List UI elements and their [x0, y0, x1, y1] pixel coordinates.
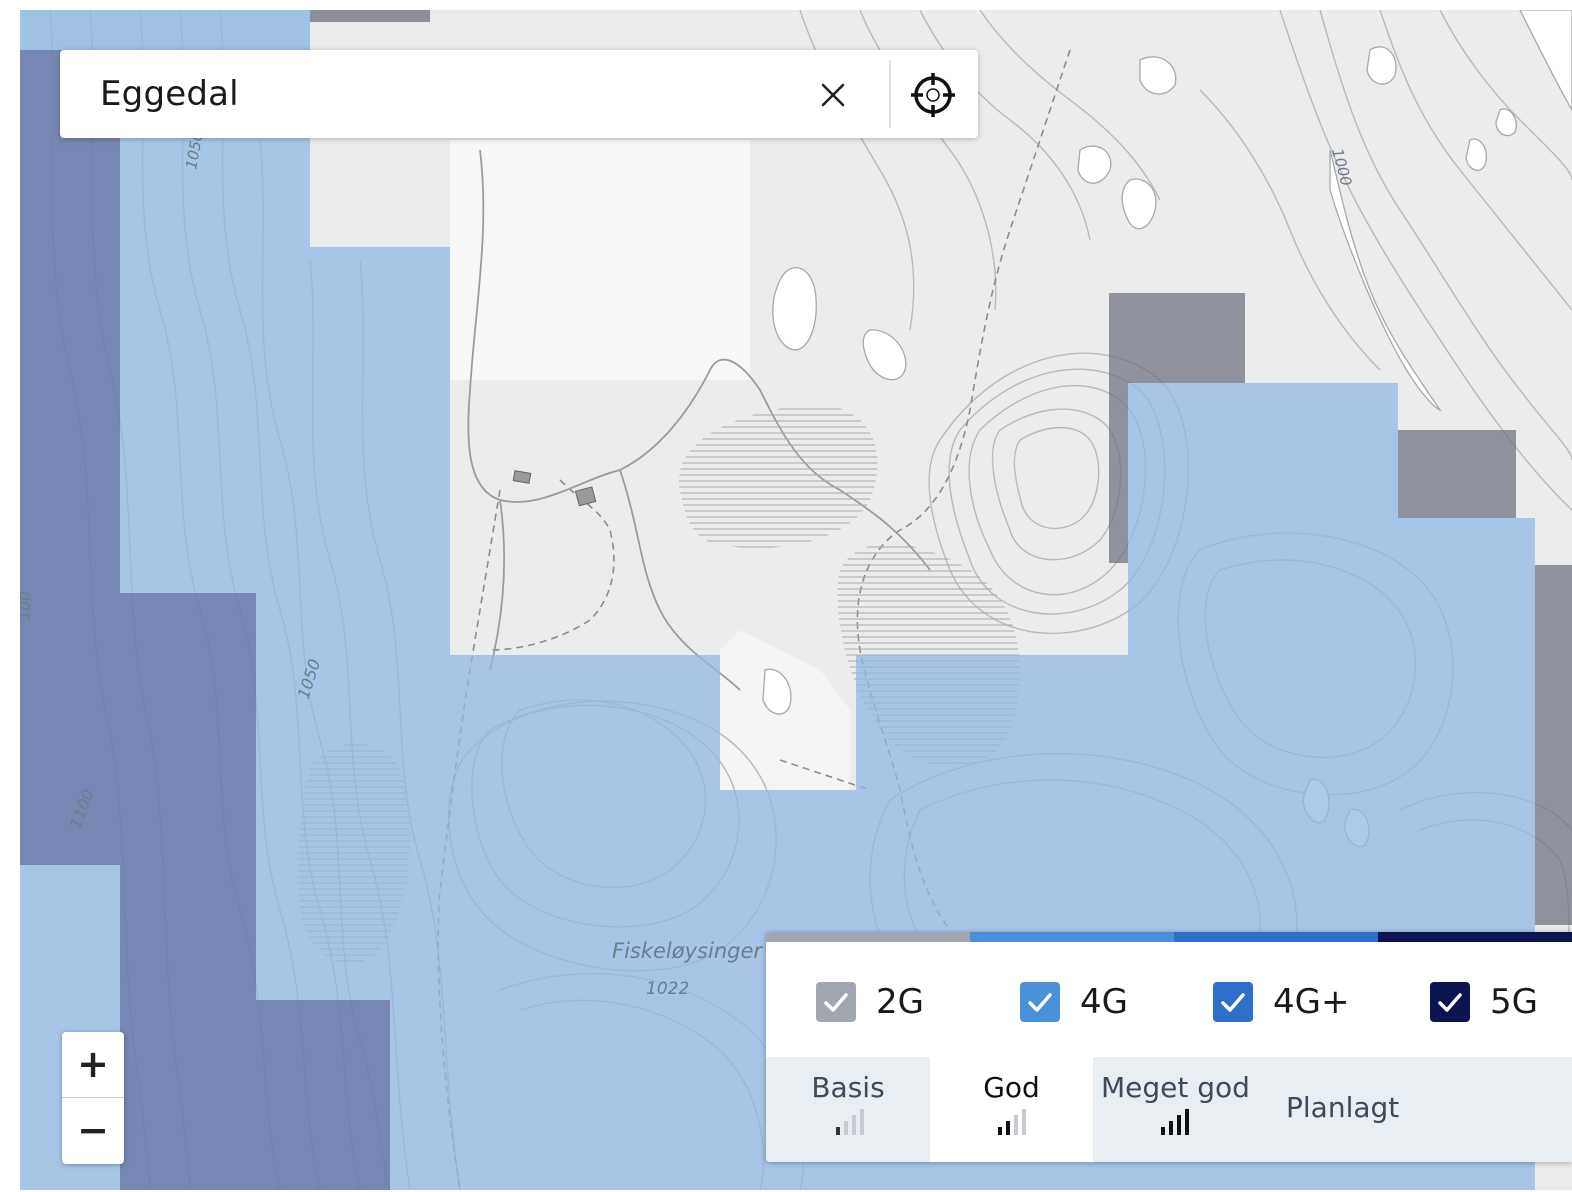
zoom-out-button[interactable]: − [62, 1098, 124, 1163]
coverage-2g-block-2 [1109, 383, 1128, 563]
quality-basis: Basis [766, 1057, 930, 1162]
check-icon [1221, 993, 1245, 1012]
legend-stripe-4g-plus [1174, 932, 1378, 942]
label-4g: 4G [1080, 982, 1128, 1022]
coverage-strip [20, 10, 310, 50]
coverage-2g-block-3 [1398, 430, 1516, 518]
valley-clearing [450, 140, 750, 380]
signal-bars-icon-meget-god [1161, 1109, 1189, 1135]
check-icon [824, 993, 848, 1012]
place-name-label: Fiskeløysinger [612, 939, 763, 963]
zoom-control: + − [62, 1032, 124, 1164]
coverage-legend: 2G 4G 4G+ 5G Basis God Meget god Planlag… [766, 932, 1572, 1162]
close-icon [821, 83, 845, 107]
checkbox-5g[interactable] [1430, 982, 1470, 1022]
label-2g: 2G [876, 982, 924, 1022]
quality-meget-god: Meget god [1093, 1057, 1258, 1162]
checkbox-2g[interactable] [816, 982, 856, 1022]
label-4g-plus: 4G+ [1273, 982, 1350, 1022]
search-bar: Eggedal [60, 50, 978, 138]
signal-bars-icon-basis [836, 1109, 864, 1135]
quality-god: God [930, 1057, 1093, 1162]
legend-stripe-4g [970, 932, 1174, 942]
coverage-2g-top [310, 10, 430, 22]
legend-stripe-2g [766, 932, 970, 942]
check-icon [1438, 993, 1462, 1012]
contour-label-left: 100 [20, 591, 34, 620]
check-icon [1028, 993, 1052, 1012]
checkbox-4g[interactable] [1020, 982, 1060, 1022]
search-input[interactable]: Eggedal [100, 74, 239, 114]
coverage-2g-block-1 [1109, 293, 1245, 383]
toggle-4g-plus[interactable]: 4G+ [1213, 980, 1373, 1024]
legend-stripe-5g [1378, 932, 1572, 942]
checkbox-4g-plus[interactable] [1213, 982, 1253, 1022]
clear-search-button[interactable] [810, 72, 856, 118]
quality-label-planlagt: Planlagt [1286, 1091, 1400, 1124]
label-5g: 5G [1490, 982, 1538, 1022]
coverage-2g-block-4 [1535, 565, 1572, 925]
toggle-4g[interactable]: 4G [1020, 980, 1160, 1024]
toggle-5g[interactable]: 5G [1430, 980, 1570, 1024]
locate-me-button[interactable] [906, 68, 960, 122]
signal-bars-icon-god [998, 1109, 1026, 1135]
crosshair-icon [911, 73, 955, 117]
quality-planlagt: Planlagt [1258, 1057, 1572, 1162]
search-divider [889, 60, 891, 128]
toggle-2g[interactable]: 2G [816, 980, 956, 1024]
zoom-in-button[interactable]: + [62, 1032, 124, 1097]
place-elevation-label: 1022 [646, 979, 689, 999]
